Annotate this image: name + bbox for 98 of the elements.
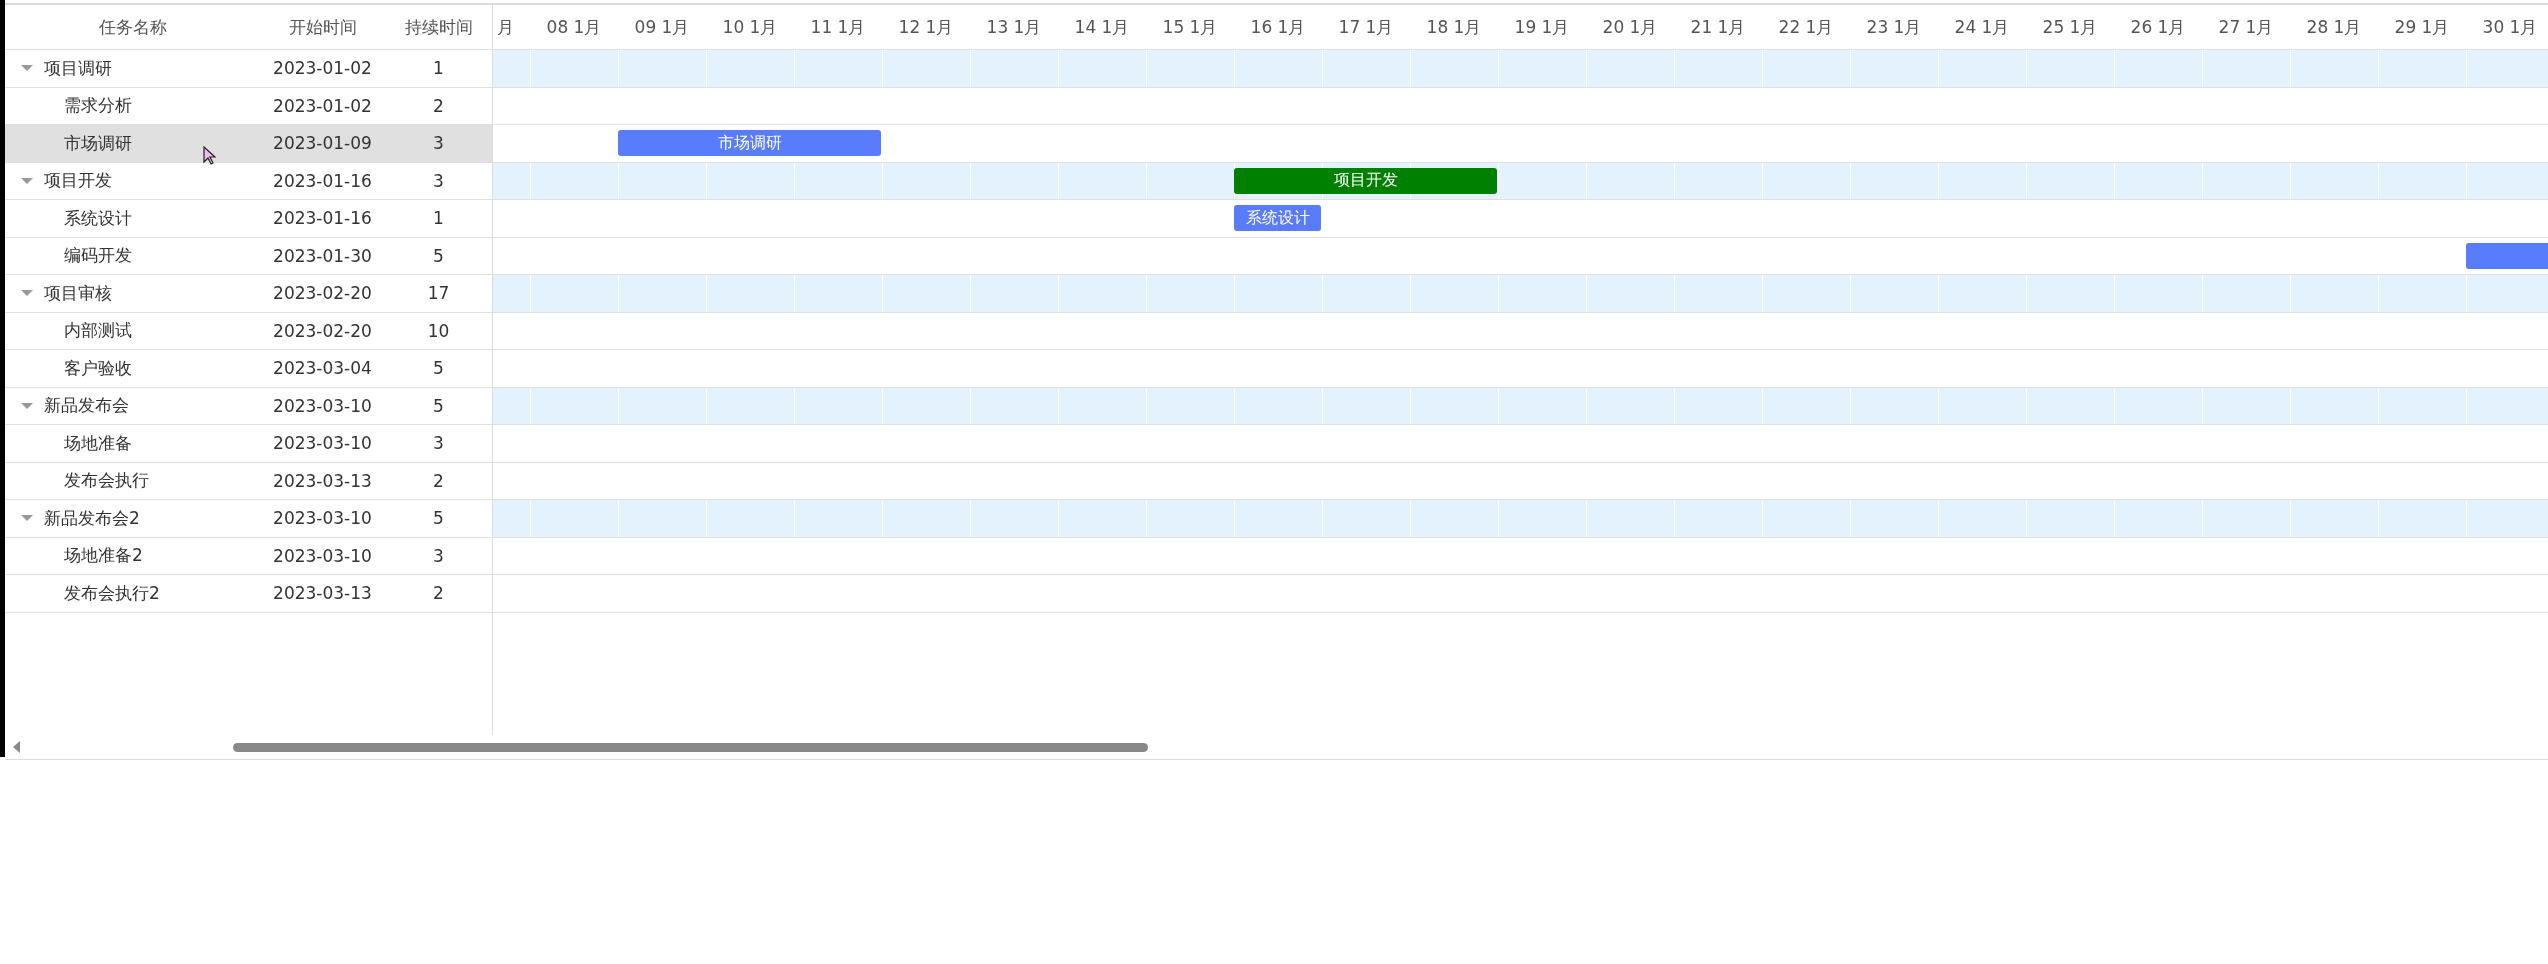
start-date: 2023-03-13: [272, 583, 373, 604]
task-row[interactable]: 项目开发 2023-01-16 3: [5, 162, 492, 200]
date-header: 16 1月: [1249, 15, 1307, 39]
task-row[interactable]: 系统设计 2023-01-16 1: [5, 200, 492, 238]
start-date: 2023-01-09: [272, 133, 373, 154]
collapse-icon[interactable]: [21, 290, 33, 297]
task-name: 内部测试: [64, 319, 132, 343]
column-header: 持续时间: [403, 15, 474, 39]
date-header: 09 1月: [633, 15, 691, 39]
collapse-icon[interactable]: [21, 65, 33, 72]
task-row[interactable]: 市场调研 2023-01-09 3: [5, 125, 492, 163]
task-name: 需求分析: [64, 94, 132, 118]
task-bar[interactable]: 市场调研: [618, 130, 881, 156]
date-header: 23 1月: [1865, 15, 1923, 39]
duration: 3: [432, 170, 445, 191]
scrollbar-thumb[interactable]: [233, 742, 1148, 752]
start-date: 2023-01-16: [272, 170, 373, 191]
date-header: 10 1月: [721, 15, 779, 39]
date-header: 15 1月: [1161, 15, 1219, 39]
scroll-left-icon[interactable]: [13, 741, 20, 753]
task-row[interactable]: 场地准备2 2023-03-10 3: [5, 537, 492, 575]
date-header: 18 1月: [1425, 15, 1483, 39]
date-header: 22 1月: [1777, 15, 1835, 39]
task-bar[interactable]: 系统设计: [1234, 205, 1321, 231]
task-bar[interactable]: [2466, 242, 2548, 269]
duration: 3: [432, 433, 445, 454]
task-name: 新品发布会2: [44, 506, 140, 530]
date-header: 28 1月: [2305, 15, 2363, 39]
task-name: 新品发布会: [44, 394, 129, 418]
task-row[interactable]: 发布会执行2 2023-03-13 2: [5, 575, 492, 613]
start-date: 2023-01-16: [272, 208, 373, 229]
date-header: 19 1月: [1513, 15, 1571, 39]
duration: 2: [432, 470, 445, 491]
task-name: 场地准备: [64, 431, 132, 455]
start-date: 2023-03-10: [272, 433, 373, 454]
start-date: 2023-03-04: [272, 358, 373, 379]
task-name: 项目调研: [44, 56, 112, 80]
duration: 1: [432, 58, 445, 79]
task-row[interactable]: 场地准备 2023-03-10 3: [5, 425, 492, 463]
task-row[interactable]: 项目审核 2023-02-20 17: [5, 275, 492, 313]
date-header: 26 1月: [2129, 15, 2187, 39]
duration: 2: [432, 583, 445, 604]
date-header: 27 1月: [2217, 15, 2275, 39]
date-header: 11 1月: [809, 15, 867, 39]
date-header: 月: [496, 15, 515, 39]
collapse-icon[interactable]: [21, 177, 33, 184]
task-bar[interactable]: 项目开发: [1234, 167, 1497, 194]
start-date: 2023-01-02: [272, 95, 373, 116]
column-header: 任务名称: [97, 15, 168, 39]
date-header: 14 1月: [1073, 15, 1131, 39]
start-date: 2023-02-20: [272, 320, 373, 341]
date-header: 12 1月: [897, 15, 955, 39]
task-name: 发布会执行: [64, 469, 149, 493]
date-header: 30 1月: [2481, 15, 2539, 39]
duration: 5: [432, 358, 445, 379]
task-row[interactable]: 客户验收 2023-03-04 5: [5, 350, 492, 388]
duration: 5: [432, 245, 445, 266]
duration: 3: [432, 545, 445, 566]
duration: 3: [432, 133, 445, 154]
date-header: 29 1月: [2393, 15, 2451, 39]
task-name: 客户验收: [64, 356, 132, 380]
duration: 5: [432, 395, 445, 416]
collapse-icon[interactable]: [21, 515, 33, 522]
date-header: 13 1月: [985, 15, 1043, 39]
task-name: 系统设计: [64, 206, 132, 230]
task-name: 项目开发: [44, 169, 112, 193]
task-row[interactable]: 编码开发 2023-01-30 5: [5, 237, 492, 275]
start-date: 2023-02-20: [272, 283, 373, 304]
duration: 1: [432, 208, 445, 229]
date-header: 20 1月: [1601, 15, 1659, 39]
duration: 5: [432, 508, 445, 529]
start-date: 2023-01-02: [272, 58, 373, 79]
task-row[interactable]: 新品发布会2 2023-03-10 5: [5, 500, 492, 538]
date-header: 24 1月: [1953, 15, 2011, 39]
task-name: 场地准备2: [64, 544, 143, 568]
task-name: 编码开发: [64, 244, 132, 268]
task-row[interactable]: 内部测试 2023-02-20 10: [5, 312, 492, 350]
task-name: 发布会执行2: [64, 581, 160, 605]
start-date: 2023-01-30: [272, 245, 373, 266]
task-name: 市场调研: [64, 131, 132, 155]
start-date: 2023-03-10: [272, 508, 373, 529]
start-date: 2023-03-10: [272, 545, 373, 566]
date-header: 17 1月: [1337, 15, 1395, 39]
duration: 2: [432, 95, 445, 116]
mouse-cursor-icon: [203, 146, 216, 165]
task-row[interactable]: 项目调研 2023-01-02 1: [5, 50, 492, 88]
start-date: 2023-03-10: [272, 395, 373, 416]
date-header: 21 1月: [1689, 15, 1747, 39]
task-name: 项目审核: [44, 281, 112, 305]
collapse-icon[interactable]: [21, 402, 33, 409]
task-row[interactable]: 新品发布会 2023-03-10 5: [5, 387, 492, 425]
duration: 17: [426, 283, 451, 304]
start-date: 2023-03-13: [272, 470, 373, 491]
duration: 10: [426, 320, 451, 341]
date-header: 08 1月: [545, 15, 603, 39]
date-header: 25 1月: [2041, 15, 2099, 39]
column-header: 开始时间: [287, 15, 358, 39]
task-row[interactable]: 发布会执行 2023-03-13 2: [5, 462, 492, 500]
